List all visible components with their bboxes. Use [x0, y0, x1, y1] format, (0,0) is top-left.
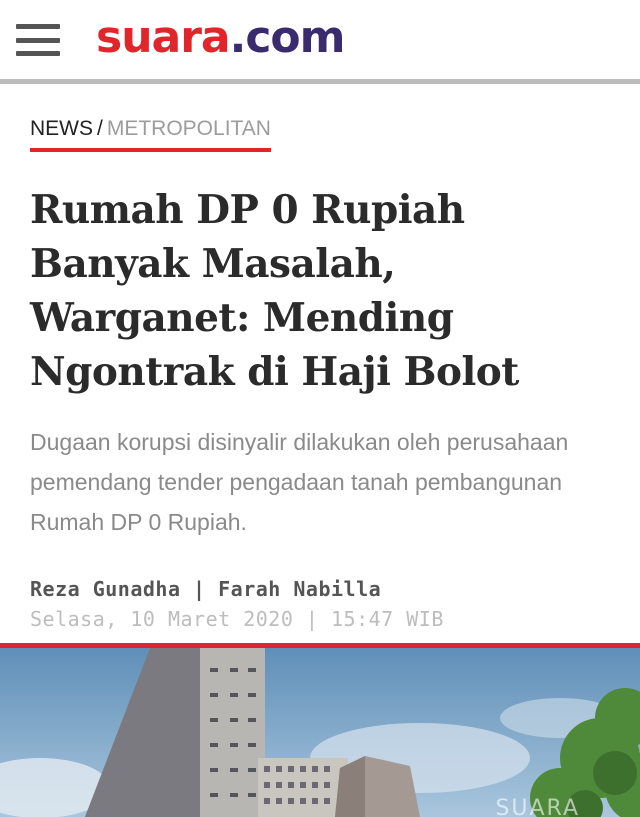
breadcrumb-separator: / — [97, 117, 103, 140]
site-header: suara.com — [0, 0, 640, 84]
logo-text-com: .com — [229, 12, 346, 63]
menu-bar — [16, 37, 60, 43]
building-photo-illustration — [0, 648, 640, 817]
article-summary: Dugaan korupsi disinyalir dilakukan oleh… — [30, 429, 569, 535]
article-title: Rumah DP 0 Rupiah Banyak Masalah, Wargan… — [30, 187, 519, 395]
hamburger-menu-icon[interactable] — [16, 24, 60, 56]
site-logo[interactable]: suara.com — [96, 10, 346, 66]
photo-watermark: SUARA — [495, 796, 580, 817]
breadcrumb-news-link[interactable]: NEWS — [30, 117, 93, 140]
breadcrumb: NEWS / METROPOLITAN — [30, 116, 271, 152]
article-authors[interactable]: Reza Gunadha | Farah Nabilla — [30, 574, 381, 604]
breadcrumb-metropolitan-link[interactable]: METROPOLITAN — [107, 117, 271, 140]
logo-text-suara: suara — [96, 12, 231, 63]
menu-bar — [16, 24, 60, 29]
menu-bar — [16, 51, 60, 56]
article-date: Selasa, 10 Maret 2020 | 15:47 WIB — [30, 607, 444, 631]
article-photo[interactable]: SUARA — [0, 648, 640, 817]
